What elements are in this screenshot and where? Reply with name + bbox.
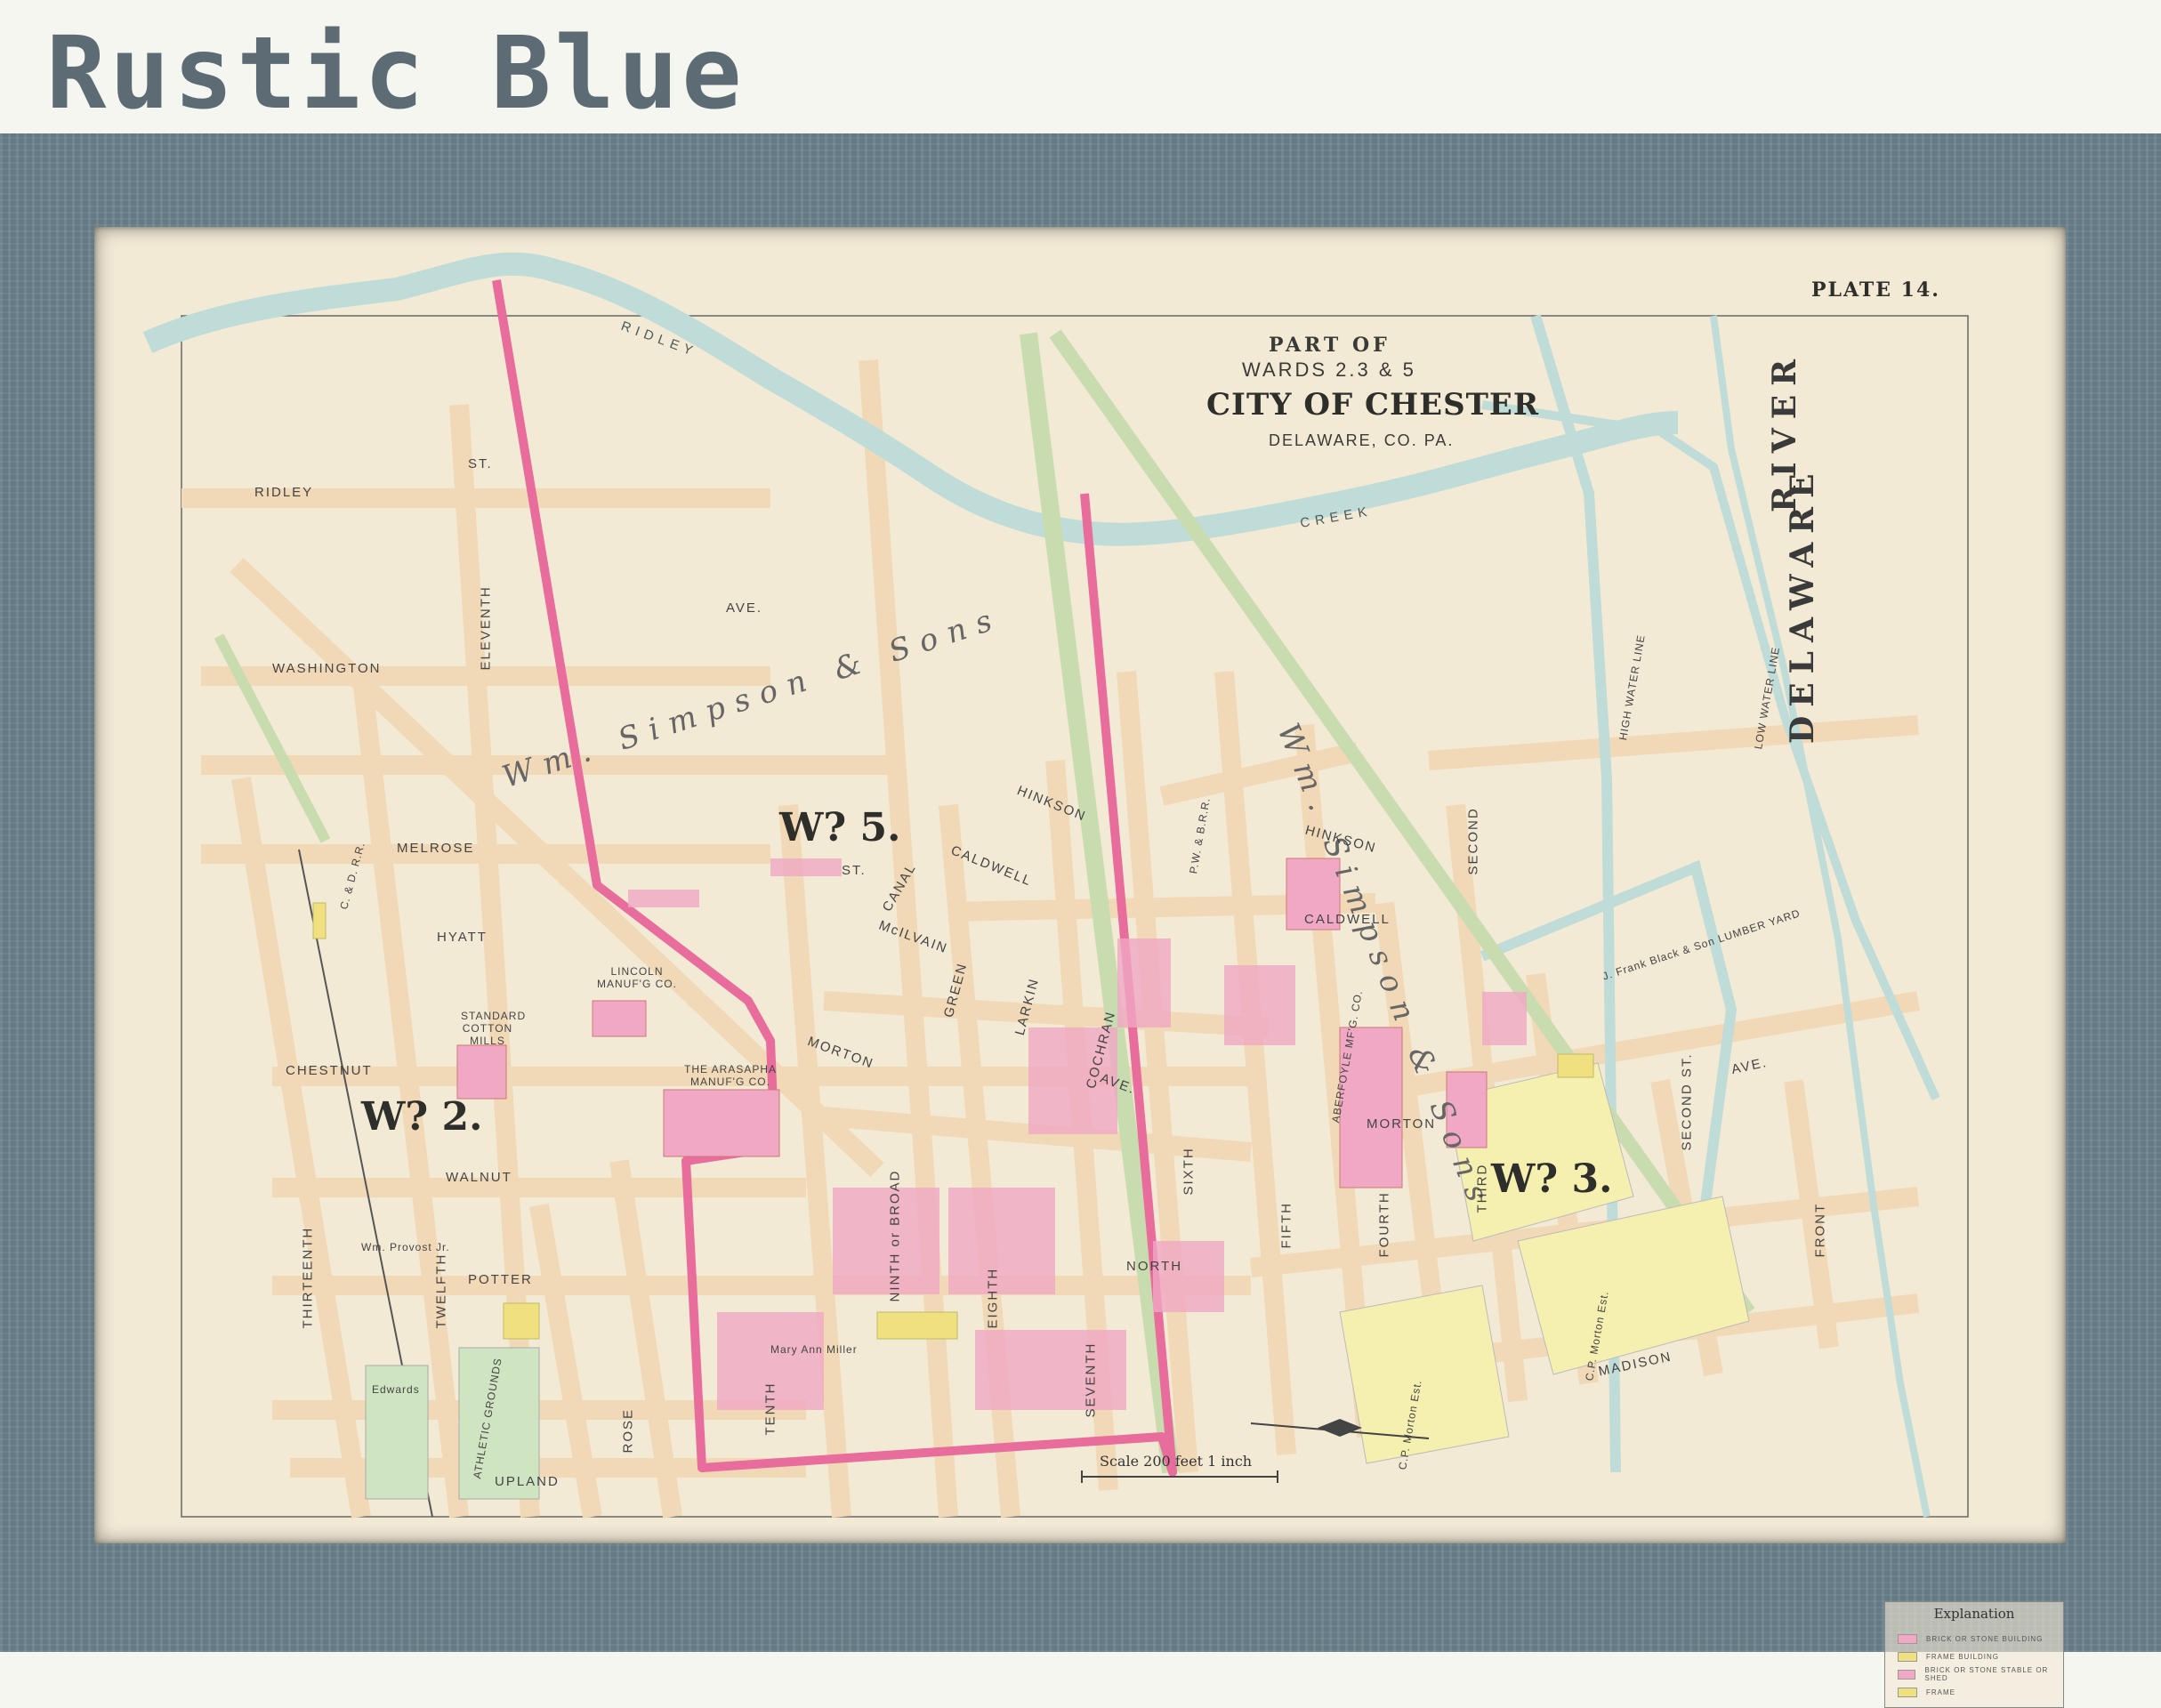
caldwell-east-label: CALDWELL <box>1304 912 1391 927</box>
map-legend: Explanation BRICK OR STONE BUILDING FRAM… <box>1884 1601 2064 1708</box>
map-print: PART OF WARDS 2.3 & 5 CITY OF CHESTER DE… <box>94 227 2066 1708</box>
legend-row: FRAME <box>1898 1686 1955 1698</box>
sixth-label: SIXTH <box>1181 1147 1197 1196</box>
eighth-label: EIGHTH <box>985 1267 1001 1329</box>
seventh-label: SEVENTH <box>1083 1341 1099 1418</box>
legend-row: FRAME BUILDING <box>1898 1650 1999 1663</box>
north-label: NORTH <box>1126 1259 1183 1274</box>
rose-label: ROSE <box>620 1407 636 1454</box>
legend-row: BRICK OR STONE BUILDING <box>1898 1632 2043 1645</box>
ave-top-label: AVE. <box>726 600 763 616</box>
upland-label: UPLAND <box>495 1474 560 1489</box>
melrose-label: MELROSE <box>397 841 475 856</box>
title-wards: WARDS 2.3 & 5 <box>1242 359 1416 381</box>
frame-style-title: Rustic Blue <box>46 16 746 132</box>
lincoln-label: LINCOLN MANUF'G CO. <box>597 965 677 990</box>
title-city: CITY OF CHESTER <box>1206 387 1540 423</box>
mary-miller-label: Mary Ann Miller <box>770 1343 858 1356</box>
ward-5-label: W? 5. <box>779 805 901 850</box>
legend-text: FRAME BUILDING <box>1926 1652 2000 1661</box>
tenth-label: TENTH <box>762 1382 778 1436</box>
third-label: THIRD <box>1474 1163 1490 1213</box>
washington-label: WASHINGTON <box>272 661 382 676</box>
legend-text: BRICK OR STONE STABLE OR SHED <box>1924 1666 2049 1682</box>
legend-swatch-stable <box>1898 1669 1916 1680</box>
edwards-label: Edwards <box>372 1383 420 1396</box>
ridley-street-label: RIDLEY <box>254 485 314 500</box>
river-label: RIVER <box>1766 350 1803 512</box>
ridley-street-suffix: ST. <box>468 456 493 471</box>
eleventh-label: ELEVENTH <box>478 585 494 671</box>
legend-swatch-frame-shed <box>1898 1687 1917 1697</box>
arasapha-label: THE ARASAPHA MANUF'G CO. <box>683 1063 778 1088</box>
front-label: FRONT <box>1812 1202 1828 1258</box>
chestnut-label: CHESTNUT <box>286 1063 373 1078</box>
ninth-label: NINTH or BROAD <box>887 1169 903 1302</box>
fourth-label: FOURTH <box>1376 1191 1392 1258</box>
st-generic-label: ST. <box>842 863 867 878</box>
legend-title: Explanation <box>1933 1606 2015 1622</box>
ward-2-label: W? 2. <box>361 1094 483 1140</box>
hyatt-label: HYATT <box>437 930 488 945</box>
title-part-of: PART OF <box>1269 334 1391 357</box>
plate-number: PLATE 14. <box>1811 278 1940 302</box>
thirteenth-label: THIRTEENTH <box>300 1226 316 1329</box>
morton-estate-west <box>1339 1285 1510 1464</box>
legend-row: BRICK OR STONE STABLE OR SHED <box>1898 1666 2063 1682</box>
legend-text: FRAME <box>1926 1688 1955 1696</box>
title-county: DELAWARE, CO. PA. <box>1269 431 1455 449</box>
scale-label: Scale 200 feet 1 inch <box>1100 1453 1253 1470</box>
fifth-label: FIFTH <box>1278 1202 1294 1249</box>
second-st-label: SECOND ST. <box>1679 1052 1695 1151</box>
twelfth-label: TWELFTH <box>433 1253 449 1329</box>
ward-3-label: W? 3. <box>1491 1156 1613 1202</box>
provost-label: Wm. Provost Jr. <box>361 1241 450 1253</box>
standard-mills-label: STANDARD COTTON MILLS <box>461 1010 527 1047</box>
header-bar: Rustic Blue <box>0 0 2161 133</box>
morton-east-label: MORTON <box>1367 1116 1437 1132</box>
legend-text: BRICK OR STONE BUILDING <box>1926 1634 2044 1643</box>
second-label: SECOND <box>1465 807 1481 875</box>
legend-swatch-frame <box>1898 1651 1917 1662</box>
potter-label: POTTER <box>468 1272 533 1287</box>
legend-swatch-brick <box>1898 1633 1917 1644</box>
walnut-label: WALNUT <box>446 1170 512 1185</box>
